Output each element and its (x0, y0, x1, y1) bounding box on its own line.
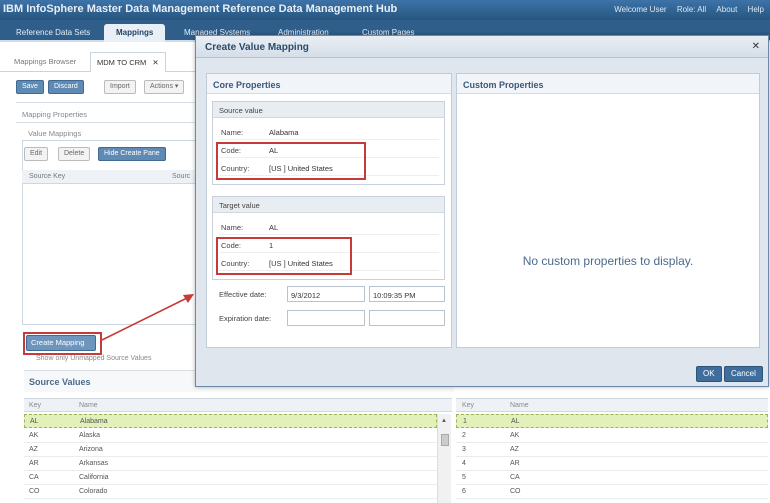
cell-key: AR (29, 460, 39, 467)
col-key[interactable]: Key (29, 402, 41, 409)
custom-properties-panel: Custom Properties No custom properties t… (456, 73, 760, 348)
cell-key: 6 (462, 488, 466, 495)
core-properties-title: Core Properties (213, 80, 281, 90)
cell-key: 3 (462, 446, 466, 453)
effective-date-value: 9/3/2012 (291, 291, 321, 300)
source-values-title: Source Values (29, 377, 91, 387)
target-value-group: Target value Name: AL Code: 1 Country: [… (212, 196, 445, 280)
cell-name: Colorado (79, 488, 108, 495)
cell-key: AL (30, 418, 39, 425)
cell-key: 1 (463, 418, 467, 425)
cancel-button[interactable]: Cancel (724, 366, 763, 382)
cell-key: 4 (462, 460, 466, 467)
cell-name: Arkansas (79, 460, 109, 467)
target-name-label: Name: (221, 223, 244, 232)
table-row[interactable]: AR Arkansas (24, 457, 437, 471)
table-row[interactable]: AL Alabama (24, 414, 437, 428)
target-name-value: AL (269, 223, 279, 232)
source-name-value: Alabama (269, 128, 299, 137)
target-value-title: Target value (219, 201, 260, 210)
custom-properties-header: Custom Properties (457, 74, 759, 94)
table-row[interactable]: AK Alaska (24, 429, 437, 443)
table-row[interactable]: CA California (24, 471, 437, 485)
table-row[interactable]: CO Colorado (24, 485, 437, 499)
scroll-up-icon[interactable]: ▲ (441, 418, 447, 424)
source-value-group: Source value Name: Alabama Code: AL Coun… (212, 101, 445, 185)
source-value-header: Source value (213, 102, 444, 118)
no-custom-properties-message: No custom properties to display. (522, 254, 694, 268)
effective-time-value: 10:09:35 PM (373, 291, 416, 300)
create-value-mapping-dialog: Create Value Mapping ✕ Core Properties S… (195, 35, 769, 387)
expiration-date-label: Expiration date: (219, 314, 272, 323)
cell-key: AK (29, 432, 39, 439)
custom-properties-title: Custom Properties (463, 80, 544, 90)
cell-name: Arizona (79, 446, 103, 453)
source-value-title: Source value (219, 106, 263, 115)
close-icon[interactable]: ✕ (752, 41, 760, 52)
target-value-header: Target value (213, 197, 444, 213)
cell-key: CA (29, 474, 39, 481)
cell-name: AL (511, 418, 520, 425)
target-grid-header: Key Name (456, 398, 768, 412)
cell-name: AR (510, 460, 520, 467)
cell-name: Alaska (79, 432, 101, 439)
ok-button[interactable]: OK (696, 366, 722, 382)
table-row[interactable]: 1 AL (456, 414, 768, 428)
source-name-row: Name: Alabama (219, 124, 439, 140)
table-row[interactable]: 6 CO (456, 485, 768, 499)
highlight-source-code-country (216, 142, 366, 180)
table-row[interactable]: 2 AK (456, 429, 768, 443)
target-name-row: Name: AL (219, 219, 439, 235)
cell-name: CO (510, 488, 521, 495)
cell-name: CA (510, 474, 520, 481)
table-row[interactable]: 5 CA (456, 471, 768, 485)
col-key[interactable]: Key (462, 402, 474, 409)
core-properties-panel: Core Properties Source value Name: Alaba… (206, 73, 452, 348)
col-name[interactable]: Name (510, 402, 529, 409)
cell-key: CO (29, 488, 40, 495)
highlight-target-code-country (216, 237, 352, 275)
core-properties-header: Core Properties (207, 74, 451, 94)
effective-date-label: Effective date: (219, 290, 267, 299)
cell-key: 5 (462, 474, 466, 481)
source-name-label: Name: (221, 128, 244, 137)
effective-date-input[interactable]: 9/3/2012 (287, 286, 365, 302)
effective-time-input[interactable]: 10:09:35 PM (369, 286, 445, 302)
cell-key: AZ (29, 446, 38, 453)
cell-name: AK (510, 432, 520, 439)
cell-key: 2 (462, 432, 466, 439)
source-grid-header: Key Name (24, 398, 452, 412)
cell-name: California (79, 474, 109, 481)
dialog-title: Create Value Mapping (205, 42, 309, 53)
col-name[interactable]: Name (79, 402, 98, 409)
expiration-time-input[interactable] (369, 310, 445, 326)
dialog-title-bar[interactable]: Create Value Mapping ✕ (196, 36, 768, 58)
table-row[interactable]: 4 AR (456, 457, 768, 471)
scroll-thumb[interactable] (441, 434, 449, 446)
cell-name: AZ (510, 446, 519, 453)
table-row[interactable]: 3 AZ (456, 443, 768, 457)
expiration-date-input[interactable] (287, 310, 365, 326)
source-grid-scrollbar[interactable]: ▲ (437, 414, 451, 503)
table-row[interactable]: AZ Arizona (24, 443, 437, 457)
cell-name: Alabama (80, 418, 108, 425)
